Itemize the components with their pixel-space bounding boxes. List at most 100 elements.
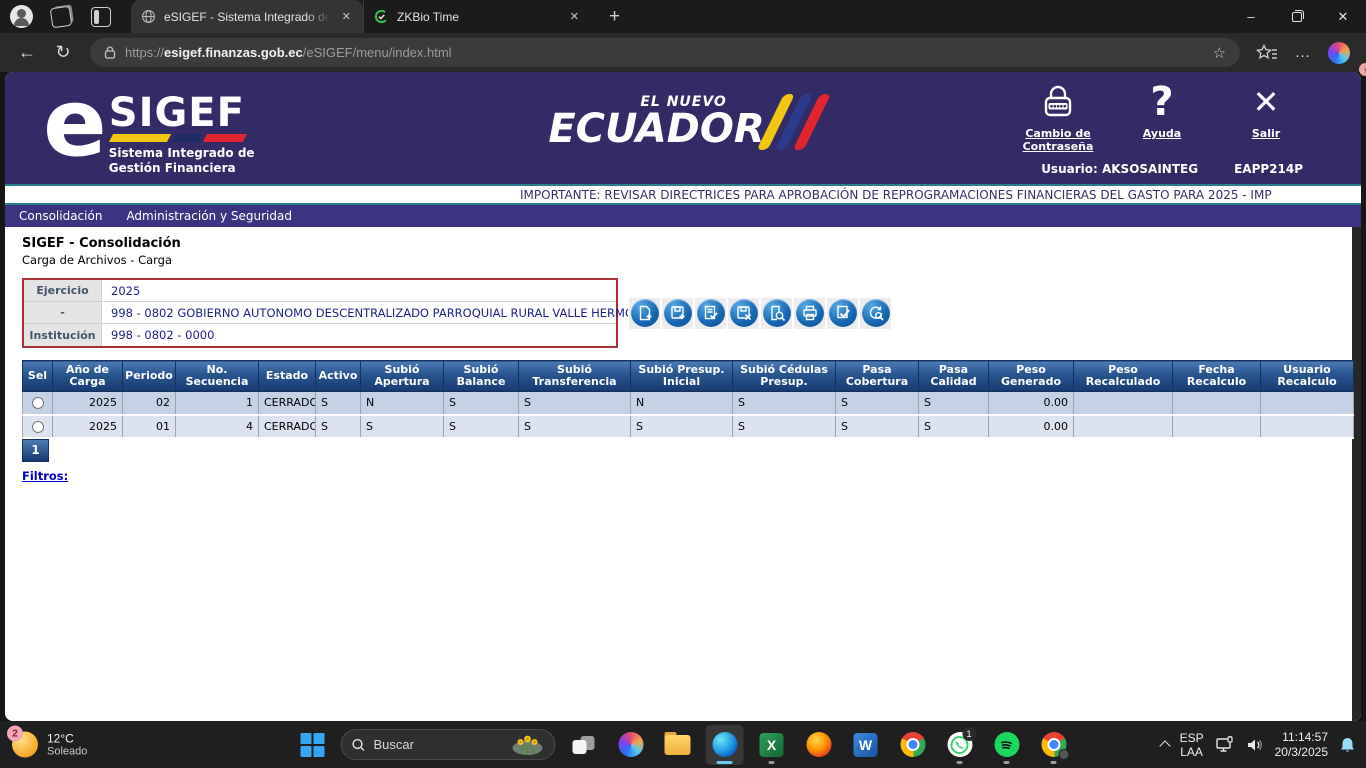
firefox-button[interactable] (800, 725, 838, 765)
taskbar-search[interactable]: Buscar (341, 729, 556, 760)
browser-profile-avatar[interactable] (10, 5, 33, 28)
help-button[interactable]: ? Ayuda (1119, 80, 1205, 153)
cell-estado: CERRADO (259, 392, 316, 415)
delete-record-button[interactable] (727, 297, 760, 330)
row-select-radio[interactable] (32, 421, 44, 433)
workspaces-icon[interactable] (50, 5, 73, 28)
weather-temp: 12°C (47, 731, 87, 745)
tray-date: 20/3/2025 (1275, 745, 1328, 760)
tab-title: eSIGEF - Sistema Integrado de Ge (164, 10, 330, 24)
notifications-button[interactable] (1339, 736, 1356, 754)
tab-esigef[interactable]: eSIGEF - Sistema Integrado de Ge ✕ (131, 0, 363, 33)
start-button[interactable] (294, 725, 332, 765)
address-bar[interactable]: https://esigef.finanzas.gob.ec/eSIGEF/me… (90, 38, 1240, 67)
app-menubar: Consolidación Administración y Seguridad (5, 205, 1361, 227)
cell-calidad: S (919, 415, 989, 438)
save-record-button[interactable] (661, 297, 694, 330)
flag-stripe (111, 134, 255, 142)
task-view-button[interactable] (565, 725, 603, 765)
row-select-radio[interactable] (32, 397, 44, 409)
col-subio-apertura: Subió Apertura (361, 361, 444, 392)
cell-cedulas: S (733, 415, 836, 438)
excel-button[interactable]: X (753, 725, 791, 765)
logout-button[interactable]: ✕ Salir (1223, 80, 1309, 153)
chrome-profile2-button[interactable] (1035, 725, 1073, 765)
split-screen-icon[interactable] (91, 7, 111, 27)
cell-activo: S (316, 415, 361, 438)
running-indicator (957, 761, 963, 764)
form-check-icon (697, 299, 725, 327)
clock-widget[interactable]: 11:14:5720/3/2025 (1275, 730, 1328, 760)
volume-button[interactable] (1246, 737, 1264, 753)
cell-balance: S (444, 415, 519, 438)
col-fecha-recalculo: Fecha Recalculo (1173, 361, 1261, 392)
tray-chevron-button[interactable] (1161, 739, 1169, 750)
window-controls: – ✕ (1228, 0, 1366, 33)
new-document-icon (631, 299, 659, 327)
print-button[interactable] (793, 297, 826, 330)
question-icon: ? (1150, 80, 1173, 124)
back-button[interactable]: ← (12, 38, 42, 68)
menu-consolidacion[interactable]: Consolidación (19, 209, 102, 223)
help-label: Ayuda (1143, 127, 1181, 140)
copilot-button[interactable] (1324, 38, 1354, 68)
favorite-star-icon[interactable]: ☆ (1213, 44, 1226, 62)
browser-navbar: ← ↻ https://esigef.finanzas.gob.ec/eSIGE… (0, 33, 1366, 72)
filters-link[interactable]: Filtros: (22, 469, 68, 483)
file-explorer-button[interactable] (659, 725, 697, 765)
whatsapp-icon: 1 (947, 732, 972, 757)
main-content: SIGEF - Consolidación Carga de Archivos … (5, 227, 1361, 721)
new-tab-button[interactable]: + (601, 6, 628, 28)
cell-presup-inicial: S (631, 415, 733, 438)
form-label: Institución (24, 324, 102, 346)
whatsapp-button[interactable]: 1 (941, 725, 979, 765)
browser-menu-button[interactable]: … ↑ (1288, 38, 1318, 68)
change-password-button[interactable]: Cambio de Contraseña (1015, 80, 1101, 153)
edge-button[interactable] (706, 725, 744, 765)
logo-e: e (43, 82, 105, 166)
menu-administracion[interactable]: Administración y Seguridad (126, 209, 292, 223)
cell-peso: 0.00 (989, 415, 1074, 438)
network-button[interactable] (1215, 736, 1235, 754)
weather-widget[interactable]: 2 12°C Soleado (12, 731, 87, 758)
network-icon (1215, 736, 1235, 754)
cell-periodo: 02 (123, 392, 176, 415)
tab-zkbio[interactable]: ZKBio Time ✕ (363, 0, 591, 33)
favorites-bar-icon[interactable] (1252, 38, 1282, 68)
tab-close-icon[interactable]: ✕ (338, 8, 355, 25)
cell-secuencia: 4 (176, 415, 259, 438)
screen: eSIGEF - Sistema Integrado de Ge ✕ ZKBio… (0, 0, 1366, 768)
col-secuencia: No. Secuencia (176, 361, 259, 392)
detail-search-button[interactable] (760, 297, 793, 330)
page-number-button[interactable]: 1 (22, 439, 49, 462)
logo-subtitle: Sistema Integrado de Gestión Financiera (109, 146, 255, 176)
word-button[interactable]: W (847, 725, 885, 765)
spotify-button[interactable] (988, 725, 1026, 765)
printer-icon (796, 299, 824, 327)
close-button[interactable]: ✕ (1320, 0, 1366, 33)
minimize-button[interactable]: – (1228, 0, 1274, 33)
form-row-institucion: Institución 998 - 0802 - 0000 (24, 324, 616, 346)
table-row: 2025 01 4 CERRADO S S S S S S S S 0.00 (23, 415, 1354, 438)
browser-tab-strip: eSIGEF - Sistema Integrado de Ge ✕ ZKBio… (0, 0, 1366, 33)
restore-button[interactable] (1274, 0, 1320, 33)
new-record-button[interactable] (628, 297, 661, 330)
approve-button[interactable] (826, 297, 859, 330)
cell-apertura: N (361, 392, 444, 415)
tab-close-icon[interactable]: ✕ (566, 8, 583, 25)
table-row: 2025 02 1 CERRADO S N S S N S S S 0.00 (23, 392, 1354, 415)
brand-stripes-icon (771, 94, 818, 150)
language-indicator[interactable]: ESPLAA (1180, 731, 1204, 759)
header-actions: Cambio de Contraseña ? Ayuda ✕ Salir (1015, 80, 1309, 153)
edge-icon (712, 732, 737, 757)
cell-usuario-recalc (1261, 415, 1354, 438)
chrome-icon (900, 732, 925, 757)
chrome-button[interactable] (894, 725, 932, 765)
weather-badge: 2 (7, 726, 23, 742)
copilot-app-button[interactable] (612, 725, 650, 765)
bell-icon (1339, 736, 1356, 754)
sun-icon: 2 (12, 732, 38, 758)
refresh-search-button[interactable] (859, 297, 892, 330)
refresh-button[interactable]: ↻ (48, 38, 78, 68)
validate-button[interactable] (694, 297, 727, 330)
